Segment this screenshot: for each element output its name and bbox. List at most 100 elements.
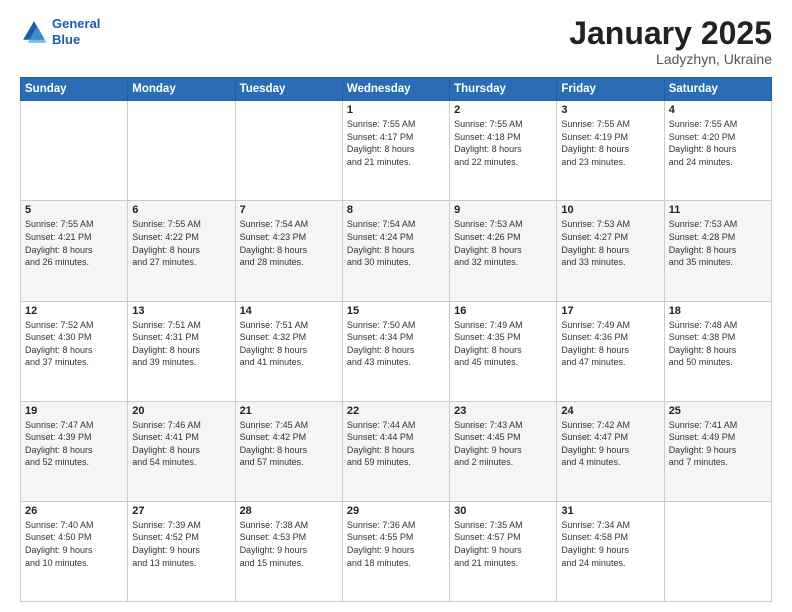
calendar-header-thursday: Thursday	[450, 78, 557, 101]
calendar-header-friday: Friday	[557, 78, 664, 101]
month-title: January 2025	[569, 16, 772, 51]
day-number: 5	[25, 204, 123, 216]
calendar-cell: 30Sunrise: 7:35 AM Sunset: 4:57 PM Dayli…	[450, 501, 557, 601]
calendar-week-4: 19Sunrise: 7:47 AM Sunset: 4:39 PM Dayli…	[21, 401, 772, 501]
header: General Blue January 2025 Ladyzhyn, Ukra…	[20, 16, 772, 67]
calendar-cell: 31 Sunrise: 7:34 AM Sunset: 4:58 PM Dayli…	[557, 501, 664, 601]
calendar-header-tuesday: Tuesday	[235, 78, 342, 101]
title-block: January 2025 Ladyzhyn, Ukraine	[569, 16, 772, 67]
calendar-cell: 4 Sunrise: 7:55 AM Sunset: 4:20 PM Daylig…	[664, 101, 771, 201]
day-number: 29	[347, 505, 445, 517]
calendar-cell: 22 Sunrise: 7:44 AM Sunset: 4:44 PM Dayli…	[342, 401, 449, 501]
day-number: 24	[561, 405, 659, 417]
day-number: 31	[561, 505, 659, 517]
calendar-cell: 13 Sunrise: 7:51 AM Sunset: 4:31 PM Dayli…	[128, 301, 235, 401]
calendar-cell	[235, 101, 342, 201]
day-info: Sunrise: 7:49 AM Sunset: 4:36 PM Dayligh…	[561, 319, 659, 369]
calendar-cell: 24Sunrise: 7:42 AM Sunset: 4:47 PM Dayli…	[557, 401, 664, 501]
day-number: 23	[454, 405, 552, 417]
day-number: 28	[240, 505, 338, 517]
day-info: Sunrise: 7:43 AM Sunset: 4:45 PM Dayligh…	[454, 419, 552, 469]
day-number: 3	[561, 104, 659, 116]
day-number: 10	[561, 204, 659, 216]
calendar-week-2: 5 Sunrise: 7:55 AM Sunset: 4:21 PM Daylig…	[21, 201, 772, 301]
day-info: Sunrise: 7:36 AM Sunset: 4:55 PM Dayligh…	[347, 519, 445, 569]
day-number: 18	[669, 305, 767, 317]
calendar-cell: 7 Sunrise: 7:54 AM Sunset: 4:23 PM Daylig…	[235, 201, 342, 301]
day-number: 27	[132, 505, 230, 517]
day-number: 30	[454, 505, 552, 517]
day-info: Sunrise: 7:55 AM Sunset: 4:21 PM Dayligh…	[25, 218, 123, 268]
day-number: 13	[132, 305, 230, 317]
day-info: Sunrise: 7:53 AM Sunset: 4:26 PM Dayligh…	[454, 218, 552, 268]
calendar-header-row: SundayMondayTuesdayWednesdayThursdayFrid…	[21, 78, 772, 101]
page: General Blue January 2025 Ladyzhyn, Ukra…	[0, 0, 792, 612]
day-number: 4	[669, 104, 767, 116]
day-info: Sunrise: 7:40 AM Sunset: 4:50 PM Dayligh…	[25, 519, 123, 569]
day-info: Sunrise: 7:50 AM Sunset: 4:34 PM Dayligh…	[347, 319, 445, 369]
day-info: Sunrise: 7:38 AM Sunset: 4:53 PM Dayligh…	[240, 519, 338, 569]
day-number: 11	[669, 204, 767, 216]
day-info: Sunrise: 7:44 AM Sunset: 4:44 PM Dayligh…	[347, 419, 445, 469]
day-info: Sunrise: 7:55 AM Sunset: 4:17 PM Dayligh…	[347, 118, 445, 168]
day-info: Sunrise: 7:48 AM Sunset: 4:38 PM Dayligh…	[669, 319, 767, 369]
calendar-header-monday: Monday	[128, 78, 235, 101]
calendar-cell: 16 Sunrise: 7:49 AM Sunset: 4:35 PM Dayli…	[450, 301, 557, 401]
calendar-cell: 18 Sunrise: 7:48 AM Sunset: 4:38 PM Dayli…	[664, 301, 771, 401]
day-number: 16	[454, 305, 552, 317]
day-info: Sunrise: 7:39 AM Sunset: 4:52 PM Dayligh…	[132, 519, 230, 569]
day-info: Sunrise: 7:55 AM Sunset: 4:22 PM Dayligh…	[132, 218, 230, 268]
day-number: 25	[669, 405, 767, 417]
calendar-cell: 21 Sunrise: 7:45 AM Sunset: 4:42 PM Dayli…	[235, 401, 342, 501]
calendar-header-sunday: Sunday	[21, 78, 128, 101]
calendar-cell: 9Sunrise: 7:53 AM Sunset: 4:26 PM Daylig…	[450, 201, 557, 301]
calendar-cell: 26 Sunrise: 7:40 AM Sunset: 4:50 PM Dayli…	[21, 501, 128, 601]
day-number: 12	[25, 305, 123, 317]
calendar-cell: 3Sunrise: 7:55 AM Sunset: 4:19 PM Daylig…	[557, 101, 664, 201]
calendar-cell: 20 Sunrise: 7:46 AM Sunset: 4:41 PM Dayli…	[128, 401, 235, 501]
day-info: Sunrise: 7:51 AM Sunset: 4:31 PM Dayligh…	[132, 319, 230, 369]
calendar-table: SundayMondayTuesdayWednesdayThursdayFrid…	[20, 77, 772, 602]
calendar-cell: 5 Sunrise: 7:55 AM Sunset: 4:21 PM Daylig…	[21, 201, 128, 301]
calendar-cell: 15 Sunrise: 7:50 AM Sunset: 4:34 PM Dayli…	[342, 301, 449, 401]
calendar-cell: 25Sunrise: 7:41 AM Sunset: 4:49 PM Dayli…	[664, 401, 771, 501]
calendar-cell	[21, 101, 128, 201]
day-number: 17	[561, 305, 659, 317]
day-number: 1	[347, 104, 445, 116]
day-info: Sunrise: 7:52 AM Sunset: 4:30 PM Dayligh…	[25, 319, 123, 369]
calendar-cell: 12 Sunrise: 7:52 AM Sunset: 4:30 PM Dayli…	[21, 301, 128, 401]
day-info: Sunrise: 7:55 AM Sunset: 4:18 PM Dayligh…	[454, 118, 552, 168]
day-number: 20	[132, 405, 230, 417]
calendar-cell: 17 Sunrise: 7:49 AM Sunset: 4:36 PM Dayli…	[557, 301, 664, 401]
calendar-cell: 10Sunrise: 7:53 AM Sunset: 4:27 PM Dayli…	[557, 201, 664, 301]
calendar-week-5: 26 Sunrise: 7:40 AM Sunset: 4:50 PM Dayli…	[21, 501, 772, 601]
day-number: 2	[454, 104, 552, 116]
day-info: Sunrise: 7:49 AM Sunset: 4:35 PM Dayligh…	[454, 319, 552, 369]
day-info: Sunrise: 7:55 AM Sunset: 4:20 PM Dayligh…	[669, 118, 767, 168]
calendar-cell: 14Sunrise: 7:51 AM Sunset: 4:32 PM Dayli…	[235, 301, 342, 401]
calendar-cell	[128, 101, 235, 201]
day-number: 15	[347, 305, 445, 317]
day-info: Sunrise: 7:54 AM Sunset: 4:23 PM Dayligh…	[240, 218, 338, 268]
day-number: 7	[240, 204, 338, 216]
location: Ladyzhyn, Ukraine	[569, 51, 772, 67]
calendar-week-3: 12 Sunrise: 7:52 AM Sunset: 4:30 PM Dayli…	[21, 301, 772, 401]
day-number: 21	[240, 405, 338, 417]
day-number: 22	[347, 405, 445, 417]
calendar-cell: 27 Sunrise: 7:39 AM Sunset: 4:52 PM Dayli…	[128, 501, 235, 601]
calendar-header-wednesday: Wednesday	[342, 78, 449, 101]
day-info: Sunrise: 7:47 AM Sunset: 4:39 PM Dayligh…	[25, 419, 123, 469]
day-info: Sunrise: 7:34 AM Sunset: 4:58 PM Dayligh…	[561, 519, 659, 569]
day-number: 8	[347, 204, 445, 216]
calendar-cell: 29 Sunrise: 7:36 AM Sunset: 4:55 PM Dayli…	[342, 501, 449, 601]
calendar-cell	[664, 501, 771, 601]
day-info: Sunrise: 7:53 AM Sunset: 4:28 PM Dayligh…	[669, 218, 767, 268]
logo-icon	[20, 18, 48, 46]
day-info: Sunrise: 7:45 AM Sunset: 4:42 PM Dayligh…	[240, 419, 338, 469]
day-info: Sunrise: 7:46 AM Sunset: 4:41 PM Dayligh…	[132, 419, 230, 469]
day-number: 14	[240, 305, 338, 317]
day-number: 6	[132, 204, 230, 216]
calendar-cell: 28 Sunrise: 7:38 AM Sunset: 4:53 PM Dayli…	[235, 501, 342, 601]
logo: General Blue	[20, 16, 100, 47]
day-number: 26	[25, 505, 123, 517]
